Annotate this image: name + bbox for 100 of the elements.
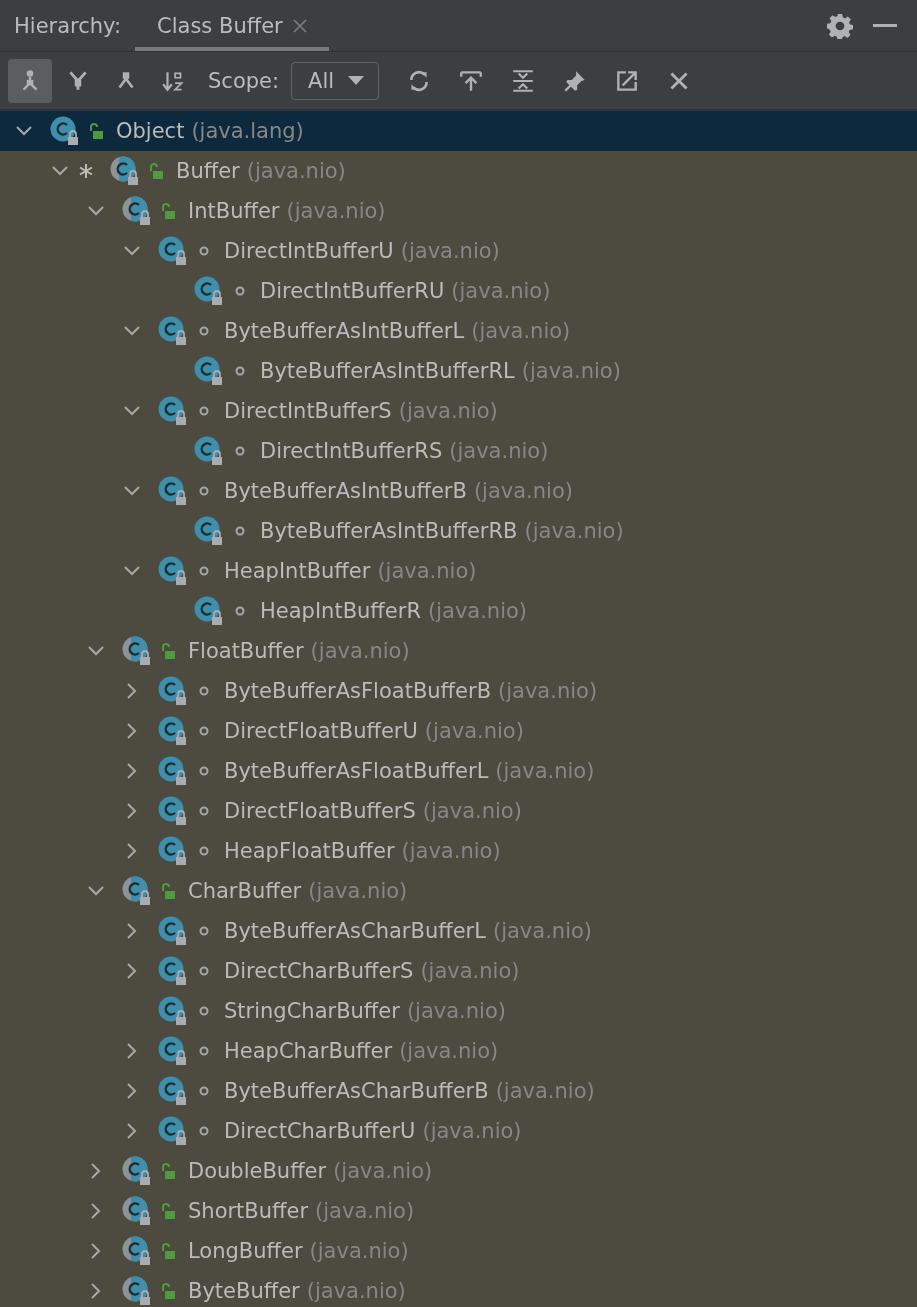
caret-icon: [348, 76, 365, 85]
class-icon: [194, 356, 224, 386]
class-icon: [158, 836, 188, 866]
class-name: ByteBufferAsIntBufferB: [224, 479, 467, 503]
package-name: (java.nio): [524, 519, 624, 543]
class-icon: [158, 476, 188, 506]
close-icon[interactable]: [292, 18, 307, 33]
class-name: DirectCharBufferS: [224, 959, 414, 983]
class-name: ByteBufferAsIntBufferRB: [260, 519, 518, 543]
tree-row[interactable]: LongBuffer (java.nio): [0, 1231, 917, 1271]
class-name: DoubleBuffer: [188, 1159, 327, 1183]
tree-row[interactable]: DirectCharBufferU (java.nio): [0, 1111, 917, 1151]
tree-row[interactable]: DirectIntBufferU (java.nio): [0, 231, 917, 271]
class-icon: [158, 396, 188, 426]
class-name: DirectIntBufferRU: [260, 279, 445, 303]
package-name: (java.nio): [422, 1119, 522, 1143]
tree-row[interactable]: ByteBufferAsIntBufferL (java.nio): [0, 311, 917, 351]
package-name: (java.nio): [420, 959, 520, 983]
tree-row[interactable]: ByteBufferAsFloatBufferB (java.nio): [0, 671, 917, 711]
tree-row[interactable]: ByteBufferAsIntBufferRB (java.nio): [0, 511, 917, 551]
package-name: (java.nio): [306, 1279, 406, 1303]
class-name: StringCharBuffer: [224, 999, 400, 1023]
tree-row[interactable]: HeapIntBuffer (java.nio): [0, 551, 917, 591]
class-name: ByteBufferAsIntBufferL: [224, 319, 465, 343]
tree-row[interactable]: Object (java.lang): [0, 111, 917, 151]
package-name: (java.nio): [473, 479, 573, 503]
tree-row[interactable]: FloatBuffer (java.nio): [0, 631, 917, 671]
tree-row[interactable]: ByteBufferAsFloatBufferL (java.nio): [0, 751, 917, 791]
tree-row[interactable]: DirectIntBufferS (java.nio): [0, 391, 917, 431]
minimize-icon[interactable]: [873, 23, 897, 28]
tree-row[interactable]: DirectFloatBufferU (java.nio): [0, 711, 917, 751]
abstract-class-icon: [122, 1236, 152, 1266]
package-name: (java.nio): [422, 799, 522, 823]
class-icon: [158, 236, 188, 266]
package-name: (java.nio): [398, 399, 498, 423]
tree-row[interactable]: HeapCharBuffer (java.nio): [0, 1031, 917, 1071]
class-name: FloatBuffer: [188, 639, 304, 663]
class-name: ByteBufferAsFloatBufferL: [224, 759, 489, 783]
package-name: (java.nio): [471, 319, 571, 343]
tree-row[interactable]: HeapIntBufferR (java.nio): [0, 591, 917, 631]
tree-row[interactable]: ByteBufferAsIntBufferB (java.nio): [0, 471, 917, 511]
abstract-class-icon: [122, 1276, 152, 1306]
package-name: (java.nio): [309, 1239, 409, 1263]
package-name: (java.nio): [428, 599, 528, 623]
package-name: (java.nio): [449, 439, 549, 463]
class-icon: [158, 796, 188, 826]
class-name: DirectFloatBufferU: [224, 719, 418, 743]
class-name: Buffer: [176, 159, 240, 183]
class-icon: [158, 996, 188, 1026]
tree-row[interactable]: ByteBufferAsCharBufferL (java.nio): [0, 911, 917, 951]
tree-row[interactable]: IntBuffer (java.nio): [0, 191, 917, 231]
tree-row[interactable]: StringCharBuffer (java.nio): [0, 991, 917, 1031]
abstract-class-icon: [122, 876, 152, 906]
class-icon: [158, 1036, 188, 1066]
scope-label: Scope:: [208, 68, 280, 93]
tree-row[interactable]: ShortBuffer (java.nio): [0, 1191, 917, 1231]
package-name: (java.nio): [310, 639, 410, 663]
tree-row[interactable]: DirectFloatBufferS (java.nio): [0, 791, 917, 831]
package-name: (java.nio): [399, 1039, 499, 1063]
class-icon: [158, 916, 188, 946]
class-icon: [194, 516, 224, 546]
class-name: ByteBufferAsCharBufferB: [224, 1079, 489, 1103]
class-name: Object: [116, 119, 185, 143]
tree-row[interactable]: Buffer (java.nio): [0, 151, 917, 191]
package-name: (java.nio): [286, 199, 386, 223]
class-icon: [50, 116, 80, 146]
class-name: LongBuffer: [188, 1239, 303, 1263]
settings-icon[interactable]: [827, 12, 853, 39]
package-name: (java.nio): [308, 879, 408, 903]
tree-row[interactable]: CharBuffer (java.nio): [0, 871, 917, 911]
package-name: (java.nio): [521, 359, 621, 383]
class-name: ShortBuffer: [188, 1199, 309, 1223]
abstract-class-icon: [110, 156, 140, 186]
package-name: (java.nio): [377, 559, 477, 583]
tree-row[interactable]: DirectIntBufferRS (java.nio): [0, 431, 917, 471]
class-name: DirectIntBufferRS: [260, 439, 443, 463]
class-name: IntBuffer: [188, 199, 280, 223]
package-name: (java.nio): [400, 239, 500, 263]
class-icon: [194, 436, 224, 466]
tree-row[interactable]: DoubleBuffer (java.nio): [0, 1151, 917, 1191]
package-name: (java.nio): [492, 919, 592, 943]
package-name: (java.nio): [451, 279, 551, 303]
class-name: DirectIntBufferS: [224, 399, 392, 423]
package-name: (java.nio): [333, 1159, 433, 1183]
package-name: (java.nio): [246, 159, 346, 183]
package-name: (java.nio): [315, 1199, 415, 1223]
package-name: (java.lang): [191, 119, 304, 143]
scope-dropdown[interactable]: All: [291, 61, 380, 100]
tree-row[interactable]: ByteBuffer (java.nio): [0, 1271, 917, 1307]
tree-row[interactable]: DirectIntBufferRU (java.nio): [0, 271, 917, 311]
class-icon: [194, 596, 224, 626]
class-name: ByteBufferAsIntBufferRL: [260, 359, 515, 383]
class-icon: [158, 756, 188, 786]
tree-row[interactable]: ByteBufferAsIntBufferRL (java.nio): [0, 351, 917, 391]
tree-row[interactable]: ByteBufferAsCharBufferB (java.nio): [0, 1071, 917, 1111]
toolbar-button[interactable]: [8, 58, 52, 103]
class-name: ByteBufferAsCharBufferL: [224, 919, 486, 943]
tree-row[interactable]: DirectCharBufferS (java.nio): [0, 951, 917, 991]
class-name: CharBuffer: [188, 879, 302, 903]
tree-row[interactable]: HeapFloatBuffer (java.nio): [0, 831, 917, 871]
